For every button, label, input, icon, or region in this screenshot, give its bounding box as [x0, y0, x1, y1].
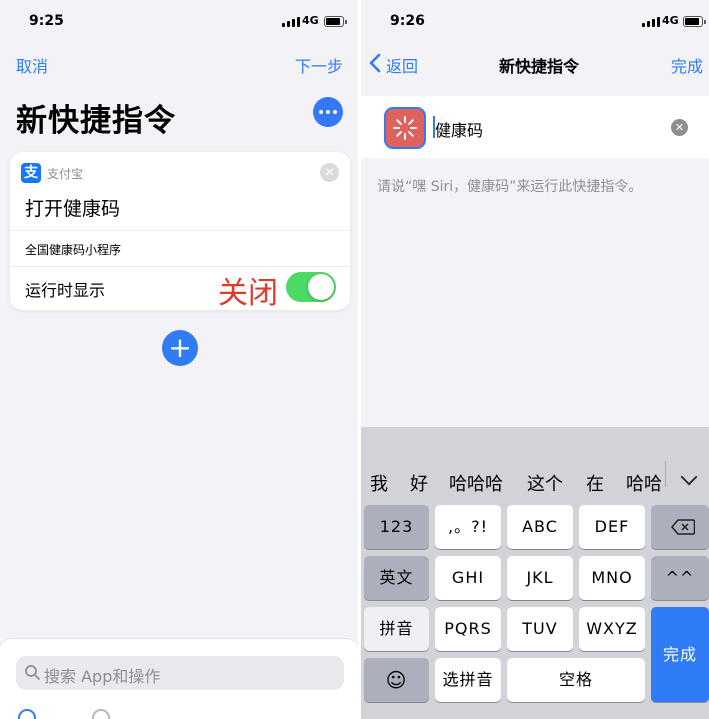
battery-icon: [683, 16, 706, 27]
page-title: 新快捷指令: [16, 103, 176, 139]
shortcut-name-row: 健康码 ✕: [361, 96, 709, 158]
candidate-word[interactable]: 这个: [527, 470, 563, 496]
abc-key[interactable]: ABC: [507, 505, 573, 549]
cancel-button[interactable]: 取消: [16, 53, 48, 77]
search-input[interactable]: 搜索 App和操作: [16, 656, 344, 690]
more-icon[interactable]: [313, 97, 343, 127]
candidate-word[interactable]: 好: [410, 470, 428, 496]
wxyz-key[interactable]: WXYZ: [579, 607, 645, 651]
done-button[interactable]: 完成: [671, 53, 703, 77]
action-parameter[interactable]: 全国健康码小程序: [25, 241, 121, 258]
shortcut-icon[interactable]: [384, 107, 426, 149]
mno-key[interactable]: MNO: [579, 556, 645, 600]
emoji-icon[interactable]: ☺: [364, 658, 429, 702]
network-label: 4G: [662, 14, 679, 27]
status-time: 9:25: [29, 13, 64, 29]
category-icon[interactable]: [92, 709, 110, 719]
action-search-panel: 搜索 App和操作: [0, 638, 358, 719]
space-key[interactable]: 空格: [507, 658, 645, 702]
action-card[interactable]: 支 支付宝 ✕ 打开健康码 全国健康码小程序 运行时显示 关闭: [10, 152, 350, 311]
select-pinyin-key[interactable]: 选拼音: [435, 658, 501, 702]
show-when-run-toggle[interactable]: [286, 272, 336, 302]
plus-icon[interactable]: +: [162, 330, 198, 366]
pqrs-key[interactable]: PQRS: [435, 607, 501, 651]
category-icon[interactable]: [18, 709, 36, 719]
annotation-text: 关闭: [218, 276, 278, 311]
def-key[interactable]: DEF: [579, 505, 645, 549]
status-time: 9:26: [390, 13, 425, 29]
status-bar: 9:25 4G: [0, 0, 358, 44]
shortcut-name-screen: 9:26 4G 返回 新快捷指令 完成 健康码 ✕ 请说“嘿 Siri，健康码”…: [361, 0, 709, 719]
siri-hint: 请说“嘿 Siri，健康码”来运行此快捷指令。: [377, 179, 643, 195]
alipay-icon: 支: [21, 163, 41, 183]
delete-icon: [671, 519, 695, 535]
english-key[interactable]: 英文: [364, 556, 429, 600]
divider: [10, 230, 350, 231]
back-chevron-icon: [369, 53, 381, 73]
battery-icon: [324, 16, 347, 27]
jkl-key[interactable]: JKL: [507, 556, 573, 600]
close-icon[interactable]: ✕: [320, 163, 339, 182]
search-placeholder: 搜索 App和操作: [44, 667, 161, 686]
shortcut-name-field[interactable]: 健康码: [435, 117, 483, 141]
signal-icon: [282, 17, 300, 27]
num-key[interactable]: 123: [364, 505, 429, 549]
clear-icon[interactable]: ✕: [671, 119, 688, 136]
network-label: 4G: [302, 14, 319, 27]
candidate-word[interactable]: 我: [370, 470, 388, 496]
candidate-word[interactable]: 哈哈: [626, 470, 662, 496]
candidate-word[interactable]: 哈哈哈: [449, 470, 503, 496]
ghi-key[interactable]: GHI: [435, 556, 501, 600]
shortcut-actions-screen: 9:25 4G 取消 下一步 新快捷指令 支 支付宝 ✕ 打开健康码 全国健康码…: [0, 0, 358, 719]
candidate-word[interactable]: 在: [586, 470, 604, 496]
search-icon: [25, 665, 40, 680]
show-when-run-label: 运行时显示: [25, 281, 106, 300]
tuv-key[interactable]: TUV: [507, 607, 573, 651]
back-button[interactable]: 返回: [367, 51, 427, 76]
nav-title: 新快捷指令: [499, 57, 580, 76]
punct-key[interactable]: ,。?!: [435, 505, 501, 549]
loading-icon: [393, 116, 417, 140]
chevron-down-icon[interactable]: [679, 471, 701, 487]
keyboard: 我 好 哈哈哈 这个 在 哈哈 123 ,。?! ABC DEF 英文 GHI …: [361, 427, 709, 719]
status-bar: 9:26 4G: [361, 0, 709, 44]
next-button[interactable]: 下一步: [295, 53, 343, 77]
action-title: 打开健康码: [25, 198, 121, 220]
signal-icon: [642, 17, 660, 27]
pinyin-key[interactable]: 拼音: [364, 607, 429, 651]
back-label: 返回: [386, 57, 419, 76]
divider: [10, 266, 350, 267]
keyboard-done-key[interactable]: 完成: [651, 607, 709, 702]
candidate-bar: 我 好 哈哈哈 这个 在 哈哈: [361, 464, 709, 500]
delete-key[interactable]: [651, 505, 709, 549]
face-key[interactable]: ^^: [651, 556, 709, 600]
candidate-divider: [665, 461, 666, 487]
app-name: 支付宝: [47, 167, 84, 181]
